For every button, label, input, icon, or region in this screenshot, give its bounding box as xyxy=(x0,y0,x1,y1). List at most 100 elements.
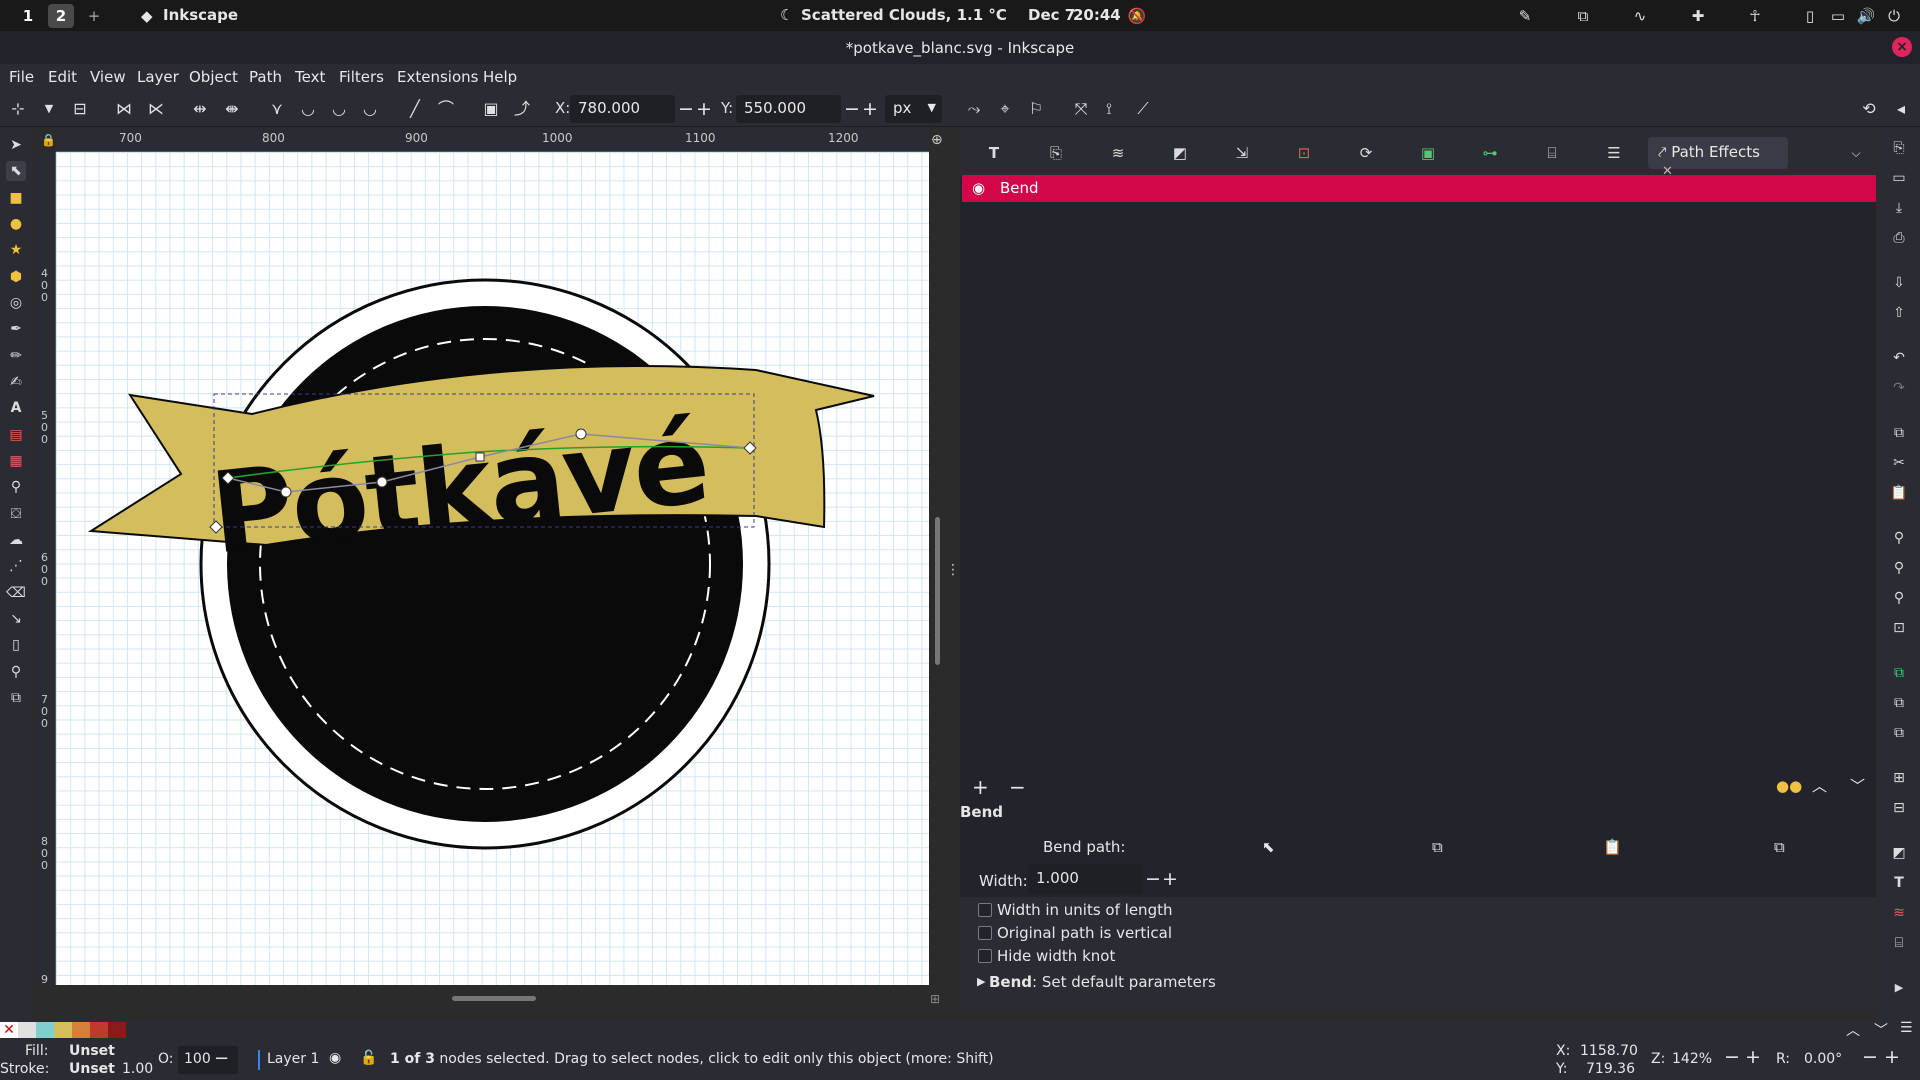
rectangle-tool-icon[interactable]: ■ xyxy=(6,188,26,208)
menu-edit[interactable]: Edit xyxy=(48,68,77,86)
drawing-svg[interactable]: Pótkávé xyxy=(56,152,929,985)
zoom-value[interactable]: 142% xyxy=(1672,1051,1712,1067)
align-tab-icon[interactable]: ☰ xyxy=(1603,142,1625,164)
menu-filters[interactable]: Filters xyxy=(339,68,384,86)
box3d-tool-icon[interactable]: ⬢ xyxy=(6,267,26,287)
collapse-toolbar-icon[interactable]: ◂ xyxy=(1890,98,1912,120)
text-font-icon[interactable]: T xyxy=(1888,872,1910,894)
eraser-tool-icon[interactable]: ⌫ xyxy=(6,583,26,603)
copy-icon[interactable]: ⧉ xyxy=(1888,422,1910,444)
object-to-path-icon[interactable]: ▣ xyxy=(480,98,502,120)
palette-swatch[interactable] xyxy=(108,1022,126,1038)
lock-guides-icon[interactable]: 🔒 xyxy=(41,133,56,147)
circle-tool-icon[interactable]: ● xyxy=(6,214,26,234)
gradient-tool-icon[interactable]: ▤ xyxy=(6,425,26,445)
insert-node-dropdown-icon[interactable]: ▼ xyxy=(38,98,60,120)
y-decrement-button[interactable]: − xyxy=(844,98,860,120)
date-text[interactable]: Dec 7 xyxy=(1028,6,1075,24)
break-path-icon[interactable]: ⋉ xyxy=(145,98,167,120)
path-handle[interactable] xyxy=(376,476,388,488)
path-handle[interactable] xyxy=(280,486,292,498)
x-decrement-button[interactable]: − xyxy=(678,98,694,120)
volume-icon[interactable]: 🔊 xyxy=(1856,6,1876,26)
paint-bucket-tool-icon[interactable]: ⛋ xyxy=(6,504,26,524)
expander-arrow-icon[interactable]: ▶ xyxy=(977,975,985,988)
default-parameters-expander[interactable]: Bend: Set default parameters xyxy=(989,973,1216,991)
drawing-canvas[interactable]: Pótkávé xyxy=(56,152,929,985)
delete-segment-icon[interactable]: ⇼ xyxy=(221,98,243,120)
copy-path-icon[interactable]: ⧉ xyxy=(1432,838,1443,856)
show-path-effect-icon[interactable]: ⟋ xyxy=(1132,98,1154,120)
import-icon[interactable]: ⇩ xyxy=(1888,272,1910,294)
rotate-cw-button[interactable]: + xyxy=(1884,1046,1900,1068)
join-segment-icon[interactable]: ⇹ xyxy=(189,98,211,120)
stroke-to-path-icon[interactable]: ⤴ xyxy=(511,98,533,120)
unlink-clone-icon[interactable]: ⧉ xyxy=(1888,722,1910,744)
segment-line-icon[interactable]: ╱ xyxy=(404,98,426,120)
layers-icon[interactable]: ≋ xyxy=(1888,902,1910,924)
palette-scroll-down-icon[interactable]: ﹀ xyxy=(1874,1020,1888,1040)
zoom-out-button[interactable]: − xyxy=(1724,1046,1740,1068)
pen-tool-icon[interactable]: ✒ xyxy=(6,319,26,339)
objects-tab-icon[interactable]: ⊶ xyxy=(1479,142,1501,164)
weather-text[interactable]: Scattered Clouds, 1.1 °C xyxy=(801,6,1007,24)
ungroup-icon[interactable]: ⊟ xyxy=(1888,797,1910,819)
palette-swatch[interactable] xyxy=(54,1022,72,1038)
activity-icon[interactable]: ∿ xyxy=(1630,6,1650,26)
zoom-drawing-icon[interactable]: ⚲ xyxy=(1888,557,1910,579)
y-increment-button[interactable]: + xyxy=(862,98,878,120)
y-coordinate-input[interactable]: 550.000 xyxy=(736,95,841,123)
width-decrement-button[interactable]: − xyxy=(1145,868,1161,890)
x-increment-button[interactable]: + xyxy=(696,98,712,120)
horizontal-scrollbar[interactable] xyxy=(452,996,536,1001)
save-icon[interactable]: ⤓ xyxy=(1888,197,1910,219)
paste-path-icon[interactable]: 📋 xyxy=(1603,838,1622,856)
eye-icon[interactable]: ◉ xyxy=(972,179,985,197)
palette-swatch[interactable] xyxy=(18,1022,36,1038)
spray-tool-icon[interactable]: ⋰ xyxy=(6,556,26,576)
export-tab-icon[interactable]: ⇲ xyxy=(1231,142,1253,164)
extensions-icon[interactable]: ✚ xyxy=(1688,6,1708,26)
opacity-decrement-button[interactable]: − xyxy=(214,1048,229,1069)
connector-tool-icon[interactable]: ↘ xyxy=(6,609,26,629)
vertical-scrollbar[interactable] xyxy=(935,517,940,665)
node-symmetric-icon[interactable]: ◡ xyxy=(328,98,350,120)
x-coordinate-input[interactable]: 780.000 xyxy=(570,95,675,123)
visibility-toggle-icon[interactable]: ●● xyxy=(1776,777,1802,795)
fill-value[interactable]: Unset xyxy=(69,1043,115,1059)
layer-visibility-icon[interactable]: ◉ xyxy=(329,1050,341,1066)
stroke-width-value[interactable]: 1.00 xyxy=(122,1061,153,1077)
new-document-icon[interactable]: ⎘ xyxy=(1888,137,1910,159)
measure-tool-icon[interactable]: ⧉ xyxy=(6,688,26,708)
width-input[interactable]: 1.000 xyxy=(1028,864,1143,894)
width-in-units-checkbox[interactable] xyxy=(978,903,992,917)
zoom-tool-icon[interactable]: ⚲ xyxy=(6,662,26,682)
time-text[interactable]: 20:44 xyxy=(1073,6,1121,24)
node-auto-icon[interactable]: ◡ xyxy=(359,98,381,120)
delete-node-icon[interactable]: ⊟ xyxy=(69,98,91,120)
menu-file[interactable]: File xyxy=(9,68,34,86)
display-icon[interactable]: ▭ xyxy=(1828,6,1848,26)
edit-mask-icon[interactable]: ⚐ xyxy=(1025,98,1047,120)
link-path-icon[interactable]: ⧉ xyxy=(1774,838,1785,856)
open-icon[interactable]: ▭ xyxy=(1888,167,1910,189)
swatches-tab-icon[interactable]: ▣ xyxy=(1417,142,1439,164)
node-cusp-icon[interactable]: ⋎ xyxy=(266,98,288,120)
segment-curve-icon[interactable]: ⌒ xyxy=(435,98,457,120)
move-down-icon[interactable]: ﹀ xyxy=(1850,775,1865,796)
join-nodes-icon[interactable]: ⋈ xyxy=(113,98,135,120)
text-font-tab-icon[interactable]: T xyxy=(983,142,1005,164)
calligraphy-tool-icon[interactable]: ✍ xyxy=(6,372,26,392)
node-smooth-icon[interactable]: ◡ xyxy=(297,98,319,120)
node-tool-icon[interactable]: ⬉ xyxy=(6,161,26,181)
zoom-width-icon[interactable]: ⊡ xyxy=(1888,617,1910,639)
insert-node-icon[interactable]: ⊹ xyxy=(7,98,29,120)
paste-icon[interactable]: 📋 xyxy=(1888,482,1910,504)
edit-clip-icon[interactable]: ⌖ xyxy=(994,98,1016,120)
unit-select[interactable]: px ▼ xyxy=(885,95,942,123)
opacity-input[interactable]: 100 − xyxy=(178,1046,238,1074)
xml-editor-tab-icon[interactable]: ⌸ xyxy=(1541,142,1563,164)
accessibility-icon[interactable]: ☥ xyxy=(1745,6,1765,26)
add-workspace-button[interactable]: + xyxy=(81,4,107,28)
move-up-icon[interactable]: ︿ xyxy=(1812,775,1827,796)
